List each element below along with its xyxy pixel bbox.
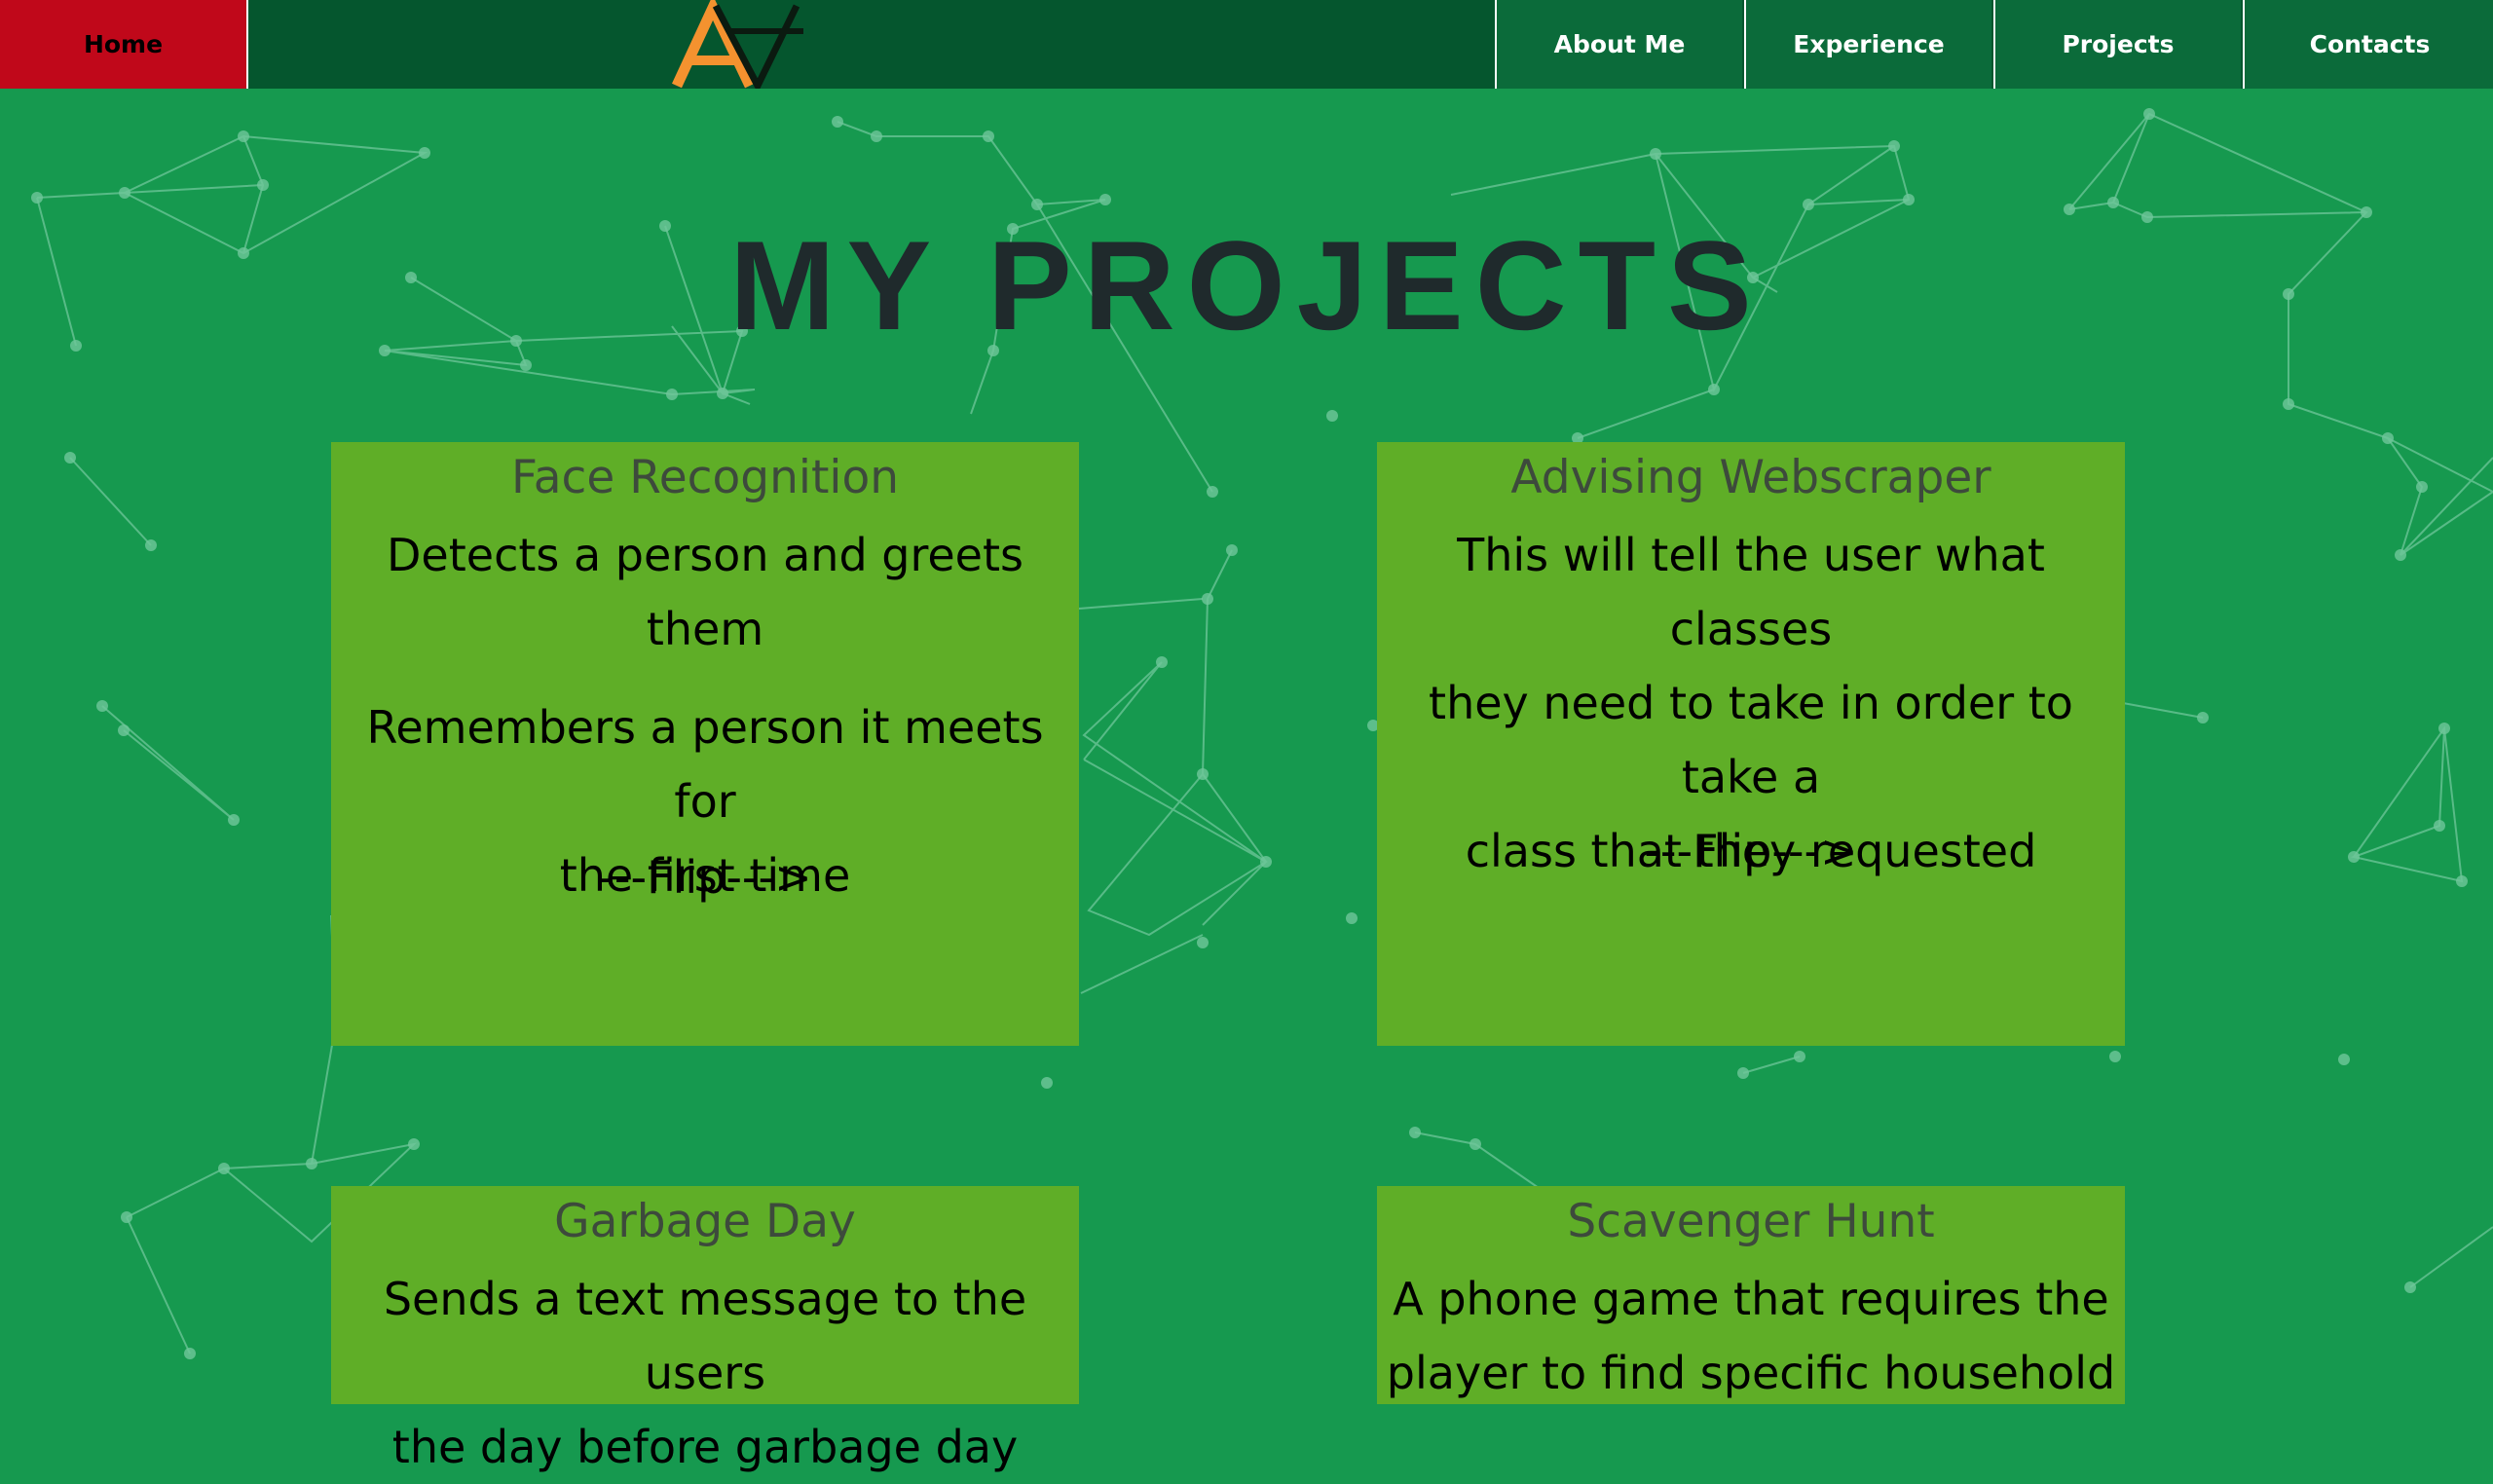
project-card-advising-webscraper[interactable]: Advising Webscraper This will tell the u… bbox=[1377, 442, 2125, 1046]
flip-link[interactable]: ---Flip---> bbox=[331, 851, 1079, 904]
nav-about-me[interactable]: About Me bbox=[1495, 0, 1742, 89]
card-description-line: they need to take in order to take a bbox=[1429, 677, 2073, 803]
project-card-scavenger-hunt[interactable]: Scavenger Hunt A phone game that require… bbox=[1377, 1186, 2125, 1404]
card-description-line: A phone game that requires the bbox=[1393, 1273, 2109, 1325]
nav-projects[interactable]: Projects bbox=[1993, 0, 2241, 89]
card-title: Scavenger Hunt bbox=[1567, 1195, 1935, 1248]
card-title: Garbage Day bbox=[554, 1195, 856, 1248]
top-navbar: Home About Me Experience Projects Contac… bbox=[0, 0, 2493, 89]
flip-link[interactable]: ---Flip---> bbox=[1377, 825, 2125, 877]
card-description-line: Sends a text message to the users bbox=[383, 1273, 1027, 1399]
nav-contacts[interactable]: Contacts bbox=[2243, 0, 2493, 89]
card-title: Advising Webscraper bbox=[1510, 451, 1991, 504]
card-description-line: Remembers a person it meets for bbox=[366, 701, 1044, 828]
page-title: MY PROJECTS bbox=[729, 214, 1764, 356]
card-description-line: This will tell the user what classes bbox=[1457, 529, 2045, 655]
nav-experience[interactable]: Experience bbox=[1744, 0, 1991, 89]
card-description-line: the day before garbage day bbox=[391, 1421, 1019, 1473]
nav-home-tab[interactable]: Home bbox=[0, 0, 248, 89]
card-title: Face Recognition bbox=[511, 451, 899, 504]
card-description-line: Detects a person and greets them bbox=[387, 529, 1023, 655]
project-card-face-recognition[interactable]: Face Recognition Detects a person and gr… bbox=[331, 442, 1079, 1046]
card-description-line: player to find specific household bbox=[1386, 1347, 2116, 1399]
project-card-garbage-day[interactable]: Garbage Day Sends a text message to the … bbox=[331, 1186, 1079, 1473]
site-logo[interactable] bbox=[672, 0, 808, 89]
